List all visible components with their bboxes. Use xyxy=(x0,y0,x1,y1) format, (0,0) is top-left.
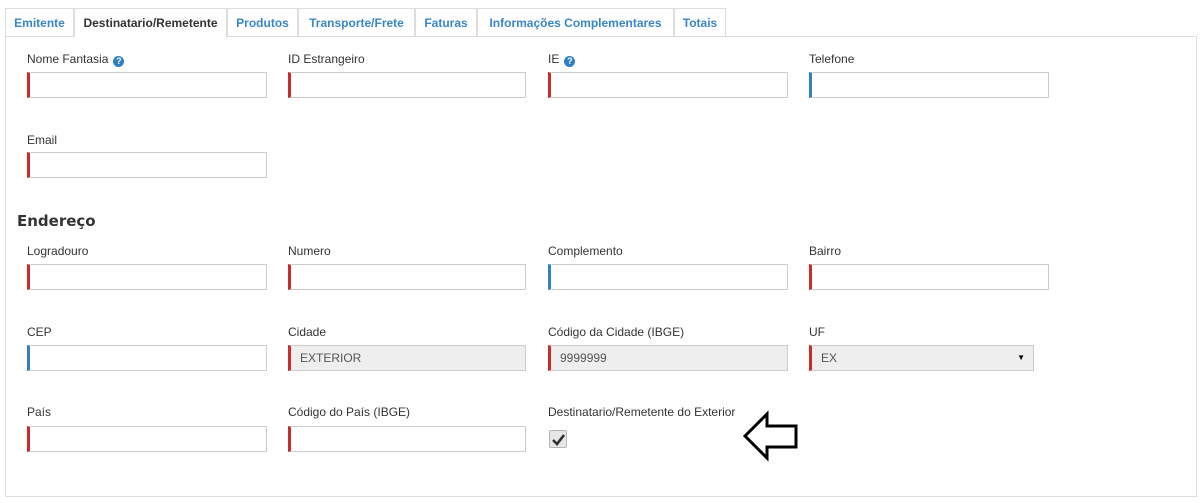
ie-field[interactable] xyxy=(548,72,788,98)
ie-label: IE? xyxy=(548,52,576,67)
bairro-label: Bairro xyxy=(809,244,842,258)
email-label: Email xyxy=(27,133,58,147)
tab-produtos[interactable]: Produtos xyxy=(227,8,298,36)
logradouro-label: Logradouro xyxy=(27,244,89,258)
tab-destinatario-remetente[interactable]: Destinatario/Remetente xyxy=(74,8,227,38)
bairro-field[interactable] xyxy=(809,264,1049,290)
numero-field[interactable] xyxy=(288,264,526,290)
id-estrangeiro-field[interactable] xyxy=(288,72,526,98)
left-arrow-icon xyxy=(742,410,798,462)
id-estrangeiro-label: ID Estrangeiro xyxy=(288,52,365,66)
logradouro-field[interactable] xyxy=(27,264,267,290)
codigo-cidade-field: 9999999 xyxy=(548,345,788,371)
cidade-field: EXTERIOR xyxy=(288,345,526,371)
exterior-label: Destinatario/Remetente do Exterior xyxy=(548,405,736,419)
tab-informacoes-complementares[interactable]: Informações Complementares xyxy=(477,8,674,36)
telefone-label: Telefone xyxy=(809,52,855,66)
question-circle-icon[interactable]: ? xyxy=(113,56,125,67)
nome-fantasia-field[interactable] xyxy=(27,72,267,98)
question-circle-icon[interactable]: ? xyxy=(564,56,576,67)
checkmark-icon xyxy=(552,434,565,446)
cep-field[interactable] xyxy=(27,345,267,371)
nome-fantasia-label: Nome Fantasia? xyxy=(27,52,125,67)
tab-faturas[interactable]: Faturas xyxy=(415,8,477,36)
codigo-pais-field[interactable] xyxy=(288,426,526,452)
pais-label: País xyxy=(27,405,52,419)
pais-field[interactable] xyxy=(27,426,267,452)
numero-label: Numero xyxy=(288,244,331,258)
cidade-label: Cidade xyxy=(288,325,327,339)
codigo-cidade-label: Código da Cidade (IBGE) xyxy=(548,325,685,339)
codigo-pais-label: Código do País (IBGE) xyxy=(288,405,411,419)
email-field[interactable] xyxy=(27,152,267,178)
tab-totais[interactable]: Totais xyxy=(674,8,726,36)
tab-emitente[interactable]: Emitente xyxy=(5,8,74,36)
uf-select[interactable]: EX ▼ xyxy=(809,345,1034,371)
exterior-checkbox[interactable] xyxy=(549,430,567,448)
uf-label: UF xyxy=(809,325,825,339)
tab-transporte-frete[interactable]: Transporte/Frete xyxy=(298,8,415,36)
chevron-down-icon: ▼ xyxy=(1017,353,1025,362)
complemento-label: Complemento xyxy=(548,244,623,258)
tab-bar: Emitente Destinatario/Remetente Produtos… xyxy=(5,8,1197,38)
cep-label: CEP xyxy=(27,325,52,339)
uf-selected-value: EX xyxy=(821,351,838,365)
complemento-field[interactable] xyxy=(548,264,788,290)
telefone-field[interactable] xyxy=(809,72,1049,98)
endereco-heading: Endereço xyxy=(17,212,96,230)
